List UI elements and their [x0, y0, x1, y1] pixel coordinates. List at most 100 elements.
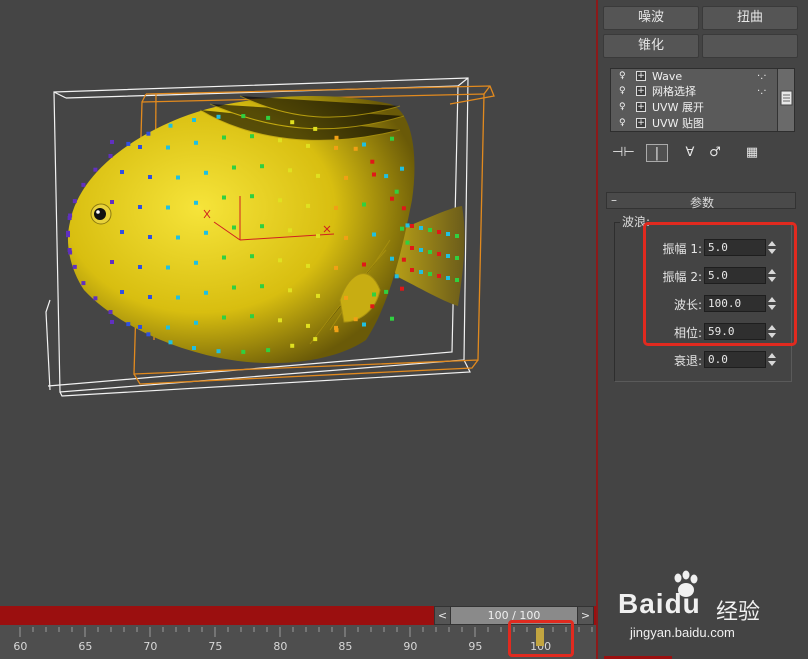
vertex-point	[68, 213, 73, 218]
expand-icon[interactable]: +	[636, 86, 646, 96]
vertex-point	[120, 230, 124, 234]
vertex-point	[260, 224, 264, 229]
decay-field[interactable]: 0.0	[704, 351, 766, 368]
vertex-point	[166, 145, 170, 150]
tick-label: 75	[208, 640, 223, 653]
vertex-point	[390, 136, 394, 141]
vertex-point	[120, 290, 124, 294]
vertex-point	[410, 268, 414, 272]
decay-spinner-icon[interactable]	[768, 351, 777, 368]
twist-modifier-button[interactable]: 扭曲	[702, 6, 798, 30]
vertex-point	[370, 304, 375, 309]
vertex-point	[394, 189, 399, 194]
vertex-point	[344, 295, 348, 300]
vertex-point	[290, 343, 295, 348]
vertex-point	[241, 114, 246, 119]
remove-modifier-icon[interactable]: ♂	[706, 144, 724, 162]
vertex-point	[250, 194, 254, 199]
vertex-point	[250, 134, 254, 139]
vertex-point	[313, 337, 318, 342]
empty-modifier-button[interactable]	[702, 34, 798, 58]
vertex-point	[455, 256, 459, 260]
vertex-point	[194, 320, 198, 325]
vertex-point	[410, 224, 414, 228]
vertex-point	[260, 164, 264, 169]
vertex-point	[146, 332, 151, 337]
vertex-point	[194, 140, 198, 145]
vertex-point	[370, 159, 375, 164]
expand-icon[interactable]: +	[636, 102, 646, 112]
vertex-point	[290, 120, 295, 125]
vertex-point	[455, 234, 459, 238]
expand-icon[interactable]: +	[636, 118, 646, 128]
vertex-point	[405, 223, 410, 228]
parameters-rollout-header[interactable]: – 参数	[606, 192, 796, 210]
dots-icon: ·.·	[757, 86, 767, 97]
vertex-point	[250, 314, 254, 319]
pin-stack-icon[interactable]: ⊣⊢	[612, 144, 635, 162]
vertex-point	[192, 118, 196, 122]
tick-label: 70	[143, 640, 158, 653]
stack-item-mesh-select[interactable]: ♀ + 网格选择 ·.·	[611, 84, 777, 99]
vertex-point	[288, 168, 292, 173]
stack-item-uvw-unwrap[interactable]: ♀ + UVW 展开	[611, 100, 777, 115]
stack-item-uvw-map[interactable]: ♀ + UVW 贴图	[611, 116, 777, 131]
prev-frame-button[interactable]: <	[435, 607, 451, 624]
viewport[interactable]	[0, 0, 596, 606]
lightbulb-icon[interactable]: ♀	[619, 71, 628, 82]
vertex-point	[120, 170, 124, 174]
dots-icon: ·.·	[757, 71, 767, 82]
vertex-point	[390, 196, 394, 201]
vertex-point	[362, 262, 366, 267]
lightbulb-icon[interactable]: ♀	[619, 86, 628, 97]
vertex-point	[401, 257, 406, 262]
vertex-point	[306, 203, 310, 208]
vertex-point	[362, 142, 366, 147]
vertex-point	[72, 199, 77, 204]
vertex-point	[344, 175, 348, 180]
vertex-point	[384, 174, 389, 179]
lightbulb-icon[interactable]: ♀	[619, 118, 628, 129]
vertex-point	[168, 123, 173, 128]
vertex-point	[204, 230, 208, 235]
stack-item-wave[interactable]: ♀ + Wave ·.·	[611, 69, 777, 84]
tick-label: 85	[338, 640, 353, 653]
vertex-point	[138, 205, 142, 209]
vertex-point	[194, 200, 198, 205]
vertex-point	[232, 225, 236, 230]
vertex-point	[334, 265, 338, 270]
vertex-point	[278, 318, 282, 323]
vertex-point	[344, 235, 348, 240]
jingyan-text: 经验	[716, 600, 761, 625]
vertex-point	[306, 323, 310, 328]
configure-sets-icon[interactable]: ▦	[742, 144, 762, 162]
vertex-point	[401, 206, 406, 211]
expand-icon[interactable]: +	[636, 71, 646, 81]
vertex-point	[260, 284, 264, 289]
stack-item-label: UVW 贴图	[652, 117, 704, 130]
vertex-point	[222, 315, 226, 320]
vertex-point	[67, 248, 72, 252]
vertex-point	[316, 173, 320, 178]
vertex-point	[437, 274, 441, 278]
modifier-stack[interactable]: ♀ + Wave ·.· ♀ + 网格选择 ·.· ♀ + UVW 展开 ♀ +…	[610, 68, 795, 132]
vertex-point	[93, 296, 98, 301]
taper-modifier-button[interactable]: 锥化	[603, 34, 699, 58]
lightbulb-icon[interactable]: ♀	[619, 102, 628, 113]
vertex-point	[222, 255, 226, 260]
vertex-point	[222, 135, 226, 140]
vertex-point	[148, 175, 152, 179]
stack-item-label: Wave	[652, 70, 683, 83]
stack-scrollbar[interactable]	[777, 69, 794, 131]
vertex-point	[138, 145, 142, 149]
vertex-point	[148, 235, 152, 239]
vertex-point	[446, 276, 450, 280]
vertex-point	[419, 270, 423, 274]
make-unique-icon[interactable]: ∀	[680, 144, 700, 162]
vertex-point	[428, 272, 432, 276]
show-end-result-icon[interactable]: |	[646, 144, 668, 162]
noise-modifier-button[interactable]: 噪波	[603, 6, 699, 30]
vertex-point	[138, 325, 142, 329]
vertex-point	[313, 126, 318, 131]
next-frame-button[interactable]: >	[577, 607, 593, 624]
